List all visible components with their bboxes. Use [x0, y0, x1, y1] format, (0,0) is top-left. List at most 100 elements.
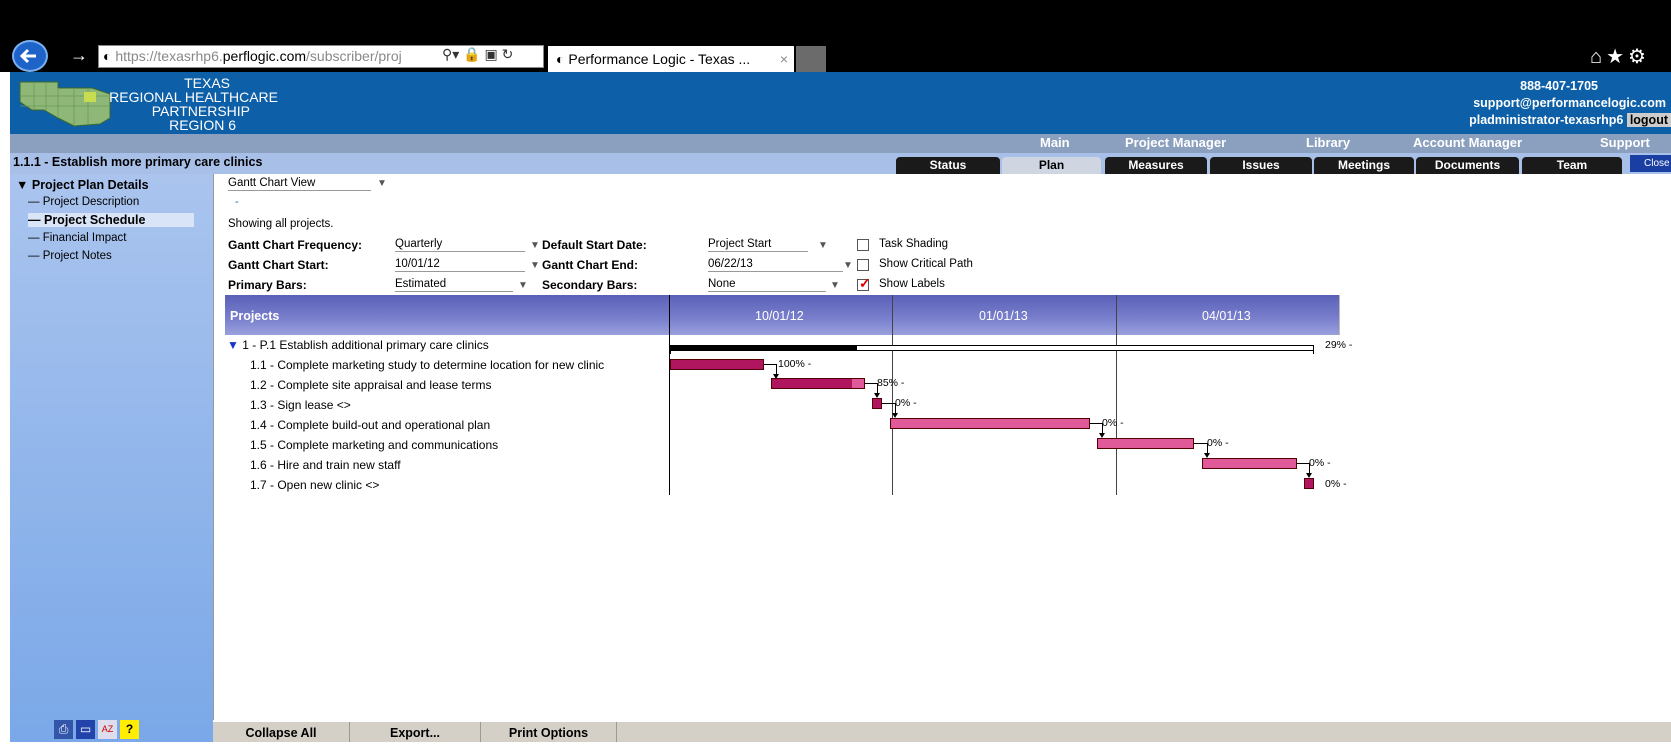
collapse-triangle-icon[interactable]: ▼	[227, 338, 239, 352]
gantt-milestone[interactable]	[1304, 478, 1314, 489]
url-path: /subscriber/proj	[306, 48, 402, 64]
sidebar-item-project-schedule[interactable]: — Project Schedule	[28, 213, 194, 227]
gantt-summary-row[interactable]: ▼ 1 - P.1 Establish additional primary c…	[227, 338, 489, 352]
print-icon[interactable]: ⎙	[54, 720, 73, 739]
critical-path-checkbox[interactable]	[857, 259, 869, 271]
sort-az-icon[interactable]: AZ	[98, 720, 117, 739]
gantt-end-input[interactable]: 06/22/13	[708, 257, 843, 272]
gantt-bar-remaining	[852, 379, 864, 388]
tab-documents[interactable]: Documents	[1416, 157, 1519, 174]
show-labels-label: Show Labels	[879, 278, 945, 290]
sidebar-item-label: Project Notes	[42, 250, 112, 262]
gantt-task-row[interactable]: 1.1 - Complete marketing study to determ…	[250, 358, 604, 372]
nav-support[interactable]: Support	[1600, 135, 1650, 150]
dropdown-arrow-icon[interactable]: ▼	[818, 240, 828, 251]
gantt-task-row[interactable]: 1.2 - Complete site appraisal and lease …	[250, 378, 491, 392]
logout-button[interactable]: logout	[1626, 113, 1671, 127]
task-shading-checkbox[interactable]	[857, 239, 869, 251]
content-divider	[213, 174, 214, 720]
task-percent: 29% -	[1325, 339, 1353, 351]
view-select[interactable]: Gantt Chart View	[228, 176, 371, 191]
dependency-line	[882, 403, 895, 404]
gantt-start-input[interactable]: 10/01/12	[395, 257, 525, 272]
dependency-line	[865, 383, 877, 384]
star-icon[interactable]: ★	[1606, 46, 1628, 68]
dropdown-arrow-icon[interactable]: ▼	[377, 178, 387, 189]
back-arrow-icon[interactable]	[12, 40, 48, 72]
gantt-bar[interactable]	[890, 418, 1090, 429]
gantt-bar-remaining	[891, 419, 1089, 428]
nav-account-manager[interactable]: Account Manager	[1413, 135, 1522, 150]
gantt-bar[interactable]	[1202, 458, 1297, 469]
org-line: REGION 6	[169, 117, 236, 133]
gantt-task-row[interactable]: 1.4 - Complete build-out and operational…	[250, 418, 490, 432]
gantt-bar[interactable]	[771, 378, 865, 389]
summary-progress	[671, 346, 857, 350]
tab-plan[interactable]: Plan	[1002, 157, 1101, 174]
primary-bars-select[interactable]: Estimated	[395, 277, 513, 292]
window-icon[interactable]: ▭	[76, 720, 95, 739]
new-tab-button[interactable]	[796, 46, 826, 72]
dependency-line	[1194, 443, 1207, 444]
collapse-all-button[interactable]: Collapse All	[213, 722, 350, 742]
export-button[interactable]: Export...	[350, 722, 481, 742]
sidebar-item-financial-impact[interactable]: — Financial Impact	[28, 232, 126, 244]
tab-team[interactable]: Team	[1522, 157, 1622, 174]
support-email[interactable]: support@performancelogic.com	[1380, 95, 1671, 112]
globe-icon: ◐	[103, 48, 116, 64]
sidebar-item-label: Financial Impact	[42, 232, 127, 244]
dropdown-arrow-icon[interactable]: ▼	[830, 280, 840, 291]
dropdown-arrow-icon[interactable]: ▼	[530, 260, 540, 271]
gantt-period-2: 01/01/13	[979, 309, 1028, 323]
tab-measures[interactable]: Measures	[1105, 157, 1207, 174]
gantt-bar-remaining	[1203, 459, 1296, 468]
nav-main[interactable]: Main	[1040, 135, 1070, 150]
tab-status[interactable]: Status	[896, 157, 1000, 174]
org-line: TEXAS	[184, 75, 230, 91]
gear-icon[interactable]: ⚙	[1628, 46, 1650, 68]
address-bar-icons[interactable]: ⚲▾ 🔒 ▣ ↻	[442, 46, 513, 63]
task-percent: 0% -	[1207, 437, 1229, 449]
browser-tab[interactable]: ◐ Performance Logic - Texas ... ×	[548, 46, 794, 72]
url-host: perflogic.com	[222, 48, 307, 64]
close-button[interactable]: Close	[1630, 155, 1671, 172]
sidebar-heading[interactable]: ▼ Project Plan Details	[16, 178, 149, 192]
summary-bar[interactable]	[670, 345, 1314, 351]
tab-issues[interactable]: Issues	[1210, 157, 1312, 174]
gantt-divider	[669, 295, 670, 495]
help-icon[interactable]: ?	[120, 720, 139, 739]
dependency-line	[1297, 463, 1309, 464]
default-start-select[interactable]: Project Start	[708, 237, 808, 252]
gantt-task-row[interactable]: 1.5 - Complete marketing and communicati…	[250, 438, 498, 452]
sidebar-item-project-description[interactable]: — Project Description	[28, 196, 139, 208]
user-line: pladministrator-texasrhp6 logout	[1380, 112, 1671, 129]
tab-title: Performance Logic - Texas ...	[568, 51, 751, 67]
gantt-frequency-select[interactable]: Quarterly	[395, 237, 525, 252]
sidebar-item-project-notes[interactable]: — Project Notes	[28, 250, 112, 262]
gantt-period-3: 04/01/13	[1202, 309, 1251, 323]
task-label: 1 - P.1 Establish additional primary car…	[242, 338, 489, 352]
forward-arrow-icon[interactable]: →	[70, 45, 88, 66]
gantt-milestone[interactable]	[872, 398, 882, 409]
home-icon[interactable]: ⌂	[1590, 46, 1606, 68]
dropdown-arrow-icon[interactable]: ▼	[530, 240, 540, 251]
checkmark-icon: ✓	[859, 275, 871, 291]
print-options-button[interactable]: Print Options	[481, 722, 617, 742]
tab-meetings[interactable]: Meetings	[1314, 157, 1414, 174]
page-title: 1.1.1 - Establish more primary care clin…	[13, 155, 263, 169]
contact-info: 888-407-1705 support@performancelogic.co…	[1380, 78, 1671, 129]
gantt-task-row[interactable]: 1.6 - Hire and train new staff	[250, 458, 401, 472]
tab-close-icon[interactable]: ×	[780, 46, 788, 72]
nav-project-manager[interactable]: Project Manager	[1125, 135, 1226, 150]
gantt-task-row[interactable]: 1.7 - Open new clinic <>	[250, 478, 379, 492]
dropdown-arrow-icon[interactable]: ▼	[518, 280, 528, 291]
gantt-bar[interactable]	[670, 359, 764, 370]
nav-library[interactable]: Library	[1306, 135, 1350, 150]
collapse-triangle-icon: ▼	[16, 178, 32, 192]
gantt-task-row[interactable]: 1.3 - Sign lease <>	[250, 398, 351, 412]
gantt-bar[interactable]	[1097, 438, 1194, 449]
secondary-bars-label: Secondary Bars:	[542, 278, 638, 292]
show-labels-checkbox[interactable]: ✓	[857, 275, 871, 291]
dropdown-arrow-icon[interactable]: ▼	[843, 260, 853, 271]
secondary-bars-select[interactable]: None	[708, 277, 826, 292]
